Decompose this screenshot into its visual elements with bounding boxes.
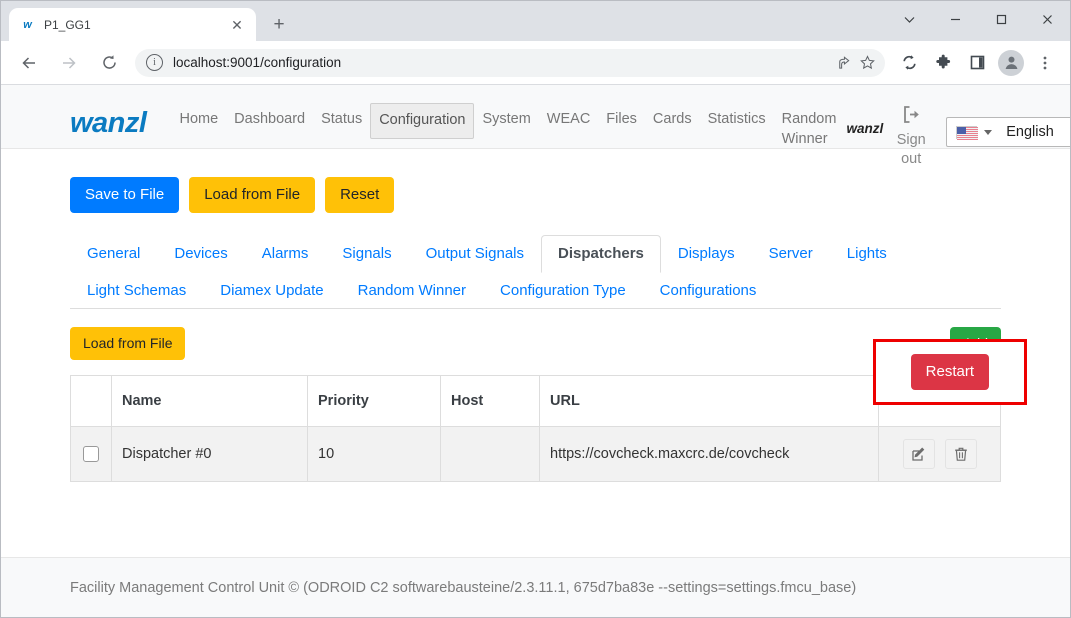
save-to-file-button[interactable]: Save to File [70,177,180,213]
table-header-row: Name Priority Host URL [70,374,1001,427]
edit-icon[interactable] [902,438,935,469]
current-user-label: wanzl [846,121,884,136]
cell-url: https://covcheck.maxcrc.de/covcheck [539,425,879,482]
browser-tab[interactable]: w P1_GG1 ✕ [9,8,256,41]
cell-host [440,425,540,482]
tab-signals[interactable]: Signals [325,235,408,273]
us-flag-icon [956,125,979,140]
language-selector[interactable]: English [946,117,1070,147]
page-viewport: wanzl Home Dashboard Status Configuratio… [1,85,1070,617]
restart-button[interactable]: Restart [910,354,989,390]
brand-logo[interactable]: wanzl [70,107,147,140]
nav-item-configuration[interactable]: Configuration [370,103,475,139]
maximize-icon[interactable] [978,1,1024,37]
tab-server[interactable]: Server [752,235,830,273]
nav-item-weac[interactable]: WEAC [539,103,599,137]
delete-icon[interactable] [944,438,977,469]
nav-item-status[interactable]: Status [313,103,370,137]
forward-arrow-icon[interactable] [54,48,84,78]
tab-lights[interactable]: Lights [830,235,904,273]
browser-tabstrip: w P1_GG1 ✕ + [1,1,1070,41]
language-value: English [1006,124,1054,140]
reload-icon[interactable] [94,48,124,78]
config-action-buttons: Save to File Load from File Reset [70,177,1001,213]
address-bar[interactable]: i localhost:9001/configuration [135,48,885,77]
url-text: localhost:9001/configuration [173,55,342,70]
new-tab-button[interactable]: + [265,10,293,38]
nav-item-cards[interactable]: Cards [645,103,700,137]
configuration-tabs: General Devices Alarms Signals Output Si… [70,235,1001,309]
nav-item-dashboard[interactable]: Dashboard [226,103,313,137]
tab-random-winner[interactable]: Random Winner [341,272,483,310]
side-panel-icon[interactable] [962,48,992,78]
nav-item-system[interactable]: System [474,103,538,137]
tab-diamex-update[interactable]: Diamex Update [203,272,340,310]
extensions-puzzle-icon[interactable] [928,48,958,78]
nav-item-statistics[interactable]: Statistics [700,103,774,137]
dispatchers-table: Name Priority Host URL Dispatcher #0 10 [70,374,1001,482]
nav-item-files[interactable]: Files [598,103,645,137]
row-select-cell[interactable] [70,425,112,482]
app-navbar: wanzl Home Dashboard Status Configuratio… [1,85,1070,167]
tab-devices[interactable]: Devices [157,235,244,273]
site-info-icon[interactable]: i [146,54,163,71]
column-header-url: URL [539,374,879,427]
profile-avatar[interactable] [998,49,1024,76]
back-arrow-icon[interactable] [14,48,44,78]
column-header-host: Host [440,374,540,427]
footer-text: Facility Management Control Unit © (ODRO… [70,579,857,596]
page-content: Save to File Load from File Reset Restar… [1,149,1070,557]
reset-button[interactable]: Reset [325,177,395,213]
tab-output-signals[interactable]: Output Signals [409,235,541,273]
cell-actions [878,425,1001,482]
nav-item-home[interactable]: Home [171,103,226,137]
row-checkbox[interactable] [83,445,99,462]
tab-configuration-type[interactable]: Configuration Type [483,272,643,310]
sync-icon[interactable] [894,48,924,78]
minimize-icon[interactable] [932,1,978,37]
column-header-select [70,374,112,427]
column-header-name: Name [111,374,308,427]
tab-configurations[interactable]: Configurations [643,272,774,310]
dispatchers-toolbar: Load from File Add [70,327,1001,360]
close-icon[interactable]: ✕ [228,16,246,34]
page-footer: Facility Management Control Unit © (ODRO… [1,557,1070,617]
tab-alarms[interactable]: Alarms [245,235,326,273]
restart-highlight-annotation: Restart [872,339,1027,405]
browser-tab-title: P1_GG1 [44,17,91,32]
tab-light-schemas[interactable]: Light Schemas [70,272,203,310]
chrome-menu-icon[interactable] [1030,48,1060,78]
chevron-down-icon [984,129,993,135]
table-head: Name Priority Host URL [70,374,1001,427]
wanzl-w-icon: w [23,18,32,31]
window-controls [886,1,1070,37]
table-body: Dispatcher #0 10 https://covcheck.maxcrc… [70,425,1001,482]
column-header-priority: Priority [307,374,441,427]
panel-load-from-file-button[interactable]: Load from File [70,327,186,360]
cell-priority: 10 [307,425,441,482]
tab-general[interactable]: General [70,235,157,273]
close-window-icon[interactable] [1024,1,1070,37]
cell-name: Dispatcher #0 [111,425,308,482]
bookmark-star-icon[interactable] [855,51,879,75]
table-row[interactable]: Dispatcher #0 10 https://covcheck.maxcrc… [70,425,1001,482]
load-from-file-button[interactable]: Load from File [189,177,316,213]
browser-window: w P1_GG1 ✕ + i localhost:9001/configurat… [0,0,1071,618]
sign-out-icon [902,105,921,131]
tab-dispatchers[interactable]: Dispatchers [541,235,661,273]
chevron-down-icon[interactable] [886,1,932,37]
share-icon[interactable] [831,51,855,75]
tab-displays[interactable]: Displays [661,235,752,273]
browser-toolbar: i localhost:9001/configuration [1,41,1070,85]
